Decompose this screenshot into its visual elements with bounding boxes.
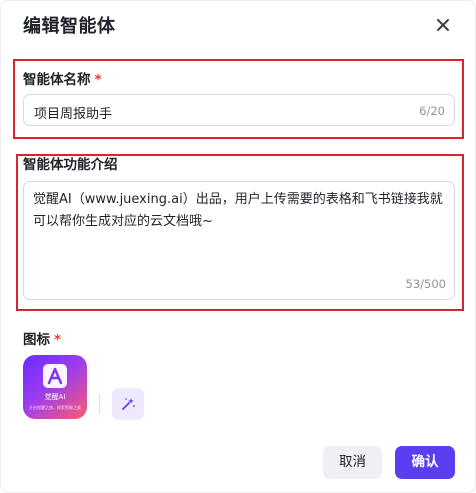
required-mark: * (54, 332, 62, 348)
description-field-label: 智能体功能介绍 (23, 153, 118, 173)
agent-app-icon[interactable]: 觉醒AI 开启觉醒之旅，探索智能之美 (23, 355, 87, 419)
app-icon-brand: 觉醒AI (44, 393, 66, 401)
app-icon-tagline: 开启觉醒之旅，探索智能之美 (29, 405, 81, 410)
name-label-text: 智能体名称 (23, 72, 91, 88)
agent-name-input[interactable]: 项目周报助手 6/20 (23, 94, 455, 126)
dialog-title: 编辑智能体 (23, 16, 116, 37)
edit-agent-dialog: 编辑智能体 智能体名称 * 项目周报助手 6/20 智能体功能介绍 觉醒AI（ww… (0, 0, 476, 493)
icon-label-text: 图标 (23, 332, 50, 348)
confirm-button[interactable]: 确认 (395, 446, 455, 479)
agent-description-textarea[interactable]: 觉醒AI（www.juexing.ai）出品，用户上传需要的表格和飞书链接我就可… (23, 181, 455, 300)
name-char-counter: 6/20 (419, 104, 445, 118)
agent-description-value: 觉醒AI（www.juexing.ai）出品，用户上传需要的表格和飞书链接我就可… (33, 192, 443, 229)
icon-field-label: 图标 * (23, 328, 61, 348)
description-label-text: 智能体功能介绍 (23, 157, 118, 173)
logo-a-icon (43, 364, 67, 388)
cancel-button[interactable]: 取消 (323, 446, 382, 479)
close-icon (437, 19, 449, 31)
icon-divider (99, 394, 100, 414)
name-field-label: 智能体名称 * (23, 68, 102, 88)
close-button[interactable] (433, 15, 453, 35)
description-char-counter: 53/500 (405, 277, 446, 291)
required-mark: * (94, 72, 102, 88)
sparkle-icon (122, 398, 135, 410)
generate-icon-button[interactable] (112, 388, 144, 420)
agent-name-value: 项目周报助手 (34, 107, 113, 122)
